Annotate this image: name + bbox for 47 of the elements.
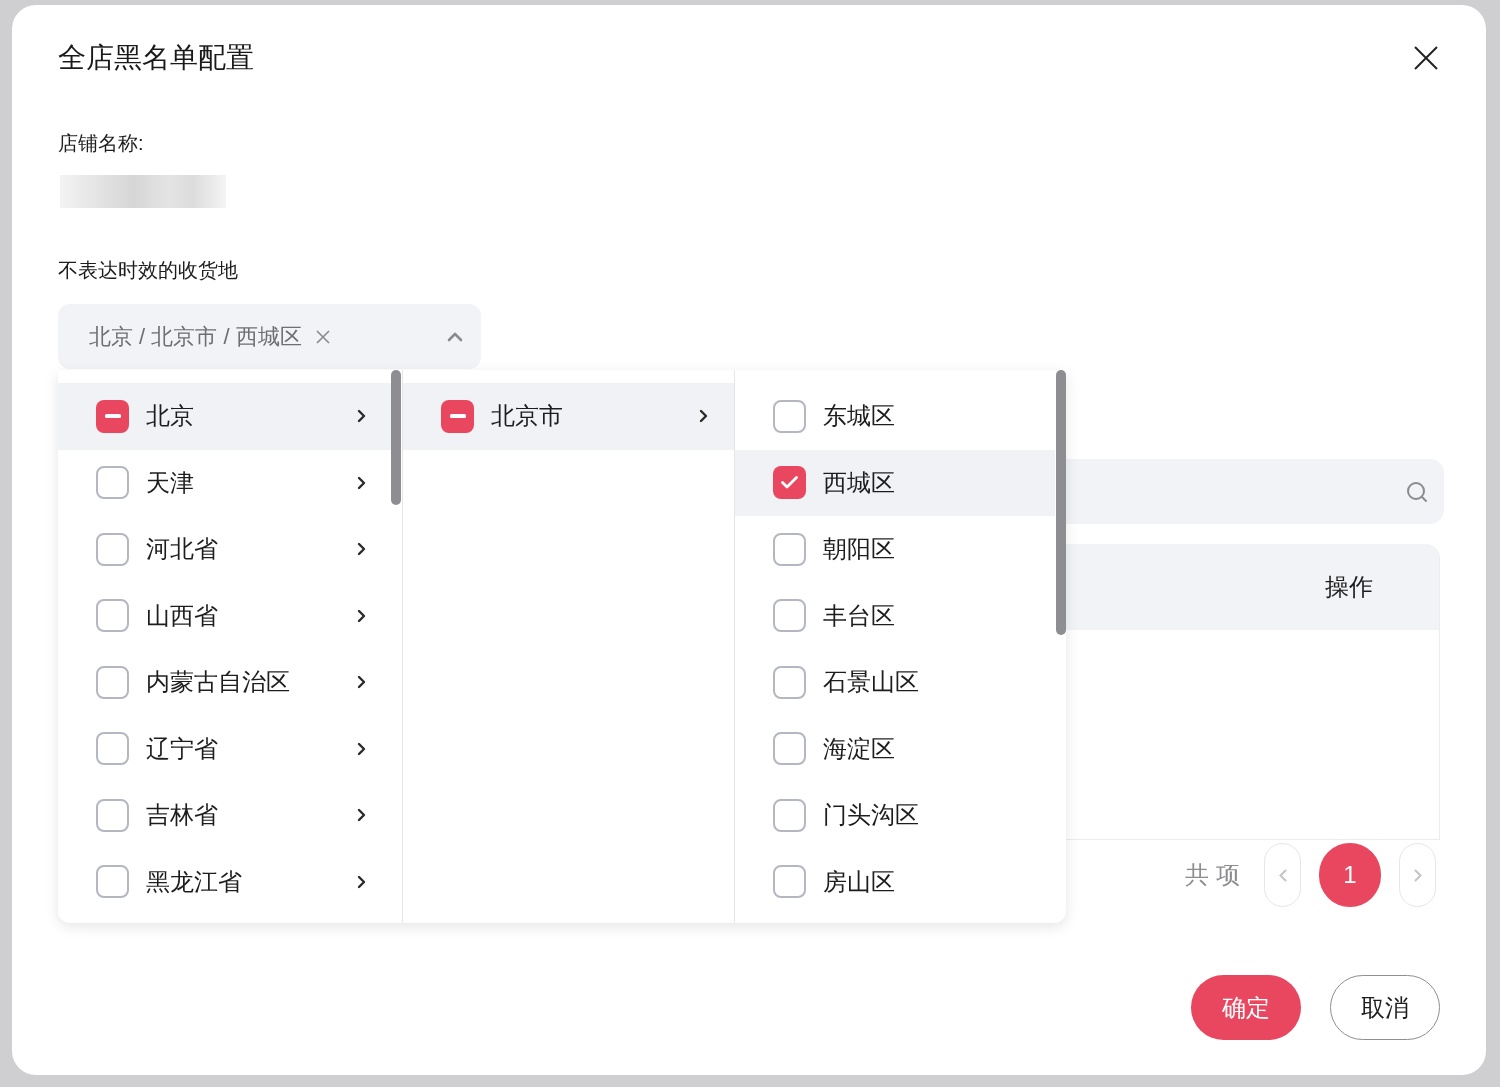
checkbox[interactable] [773,732,806,766]
cancel-button[interactable]: 取消 [1330,975,1440,1040]
total-count: 共 项 [1185,860,1240,890]
checkbox[interactable] [96,399,129,433]
cascader-option[interactable]: 北京 [58,383,391,450]
chevron-right-icon [699,409,708,424]
checkbox[interactable] [773,466,806,500]
chevron-right-icon [357,741,366,756]
chevron-right-icon [357,409,366,424]
checkbox[interactable] [773,798,806,832]
checkbox[interactable] [96,532,129,566]
column-header: 操作 [1324,572,1374,602]
checkbox[interactable] [773,865,806,899]
chevron-right-icon [357,675,366,690]
checkbox[interactable] [773,599,806,633]
field-label: 不表达时效的收货地 [58,258,238,283]
chevron-right-icon [357,874,366,889]
chevron-right-icon [357,808,366,823]
close-icon [1414,46,1438,70]
confirm-button[interactable]: 确定 [1191,975,1301,1040]
chevron-left-icon [1278,868,1287,882]
clear-icon[interactable] [315,329,330,344]
close-button[interactable] [1413,45,1439,71]
cascader-option[interactable]: 西城区 [735,449,1055,516]
chevron-right-icon [357,475,366,490]
cascader-field[interactable]: 北京 / 北京市 / 西城区 [58,304,481,369]
checkbox[interactable] [96,798,129,832]
checkbox[interactable] [96,466,129,500]
checkbox[interactable] [96,732,129,766]
checkbox[interactable] [773,532,806,566]
dialog-title: 全店黑名单配置 [58,41,254,75]
chevron-right-icon [357,542,366,557]
checkbox[interactable] [773,665,806,699]
field-label: 店铺名称: [58,131,144,156]
checkbox[interactable] [96,665,129,699]
scrollbar[interactable] [391,370,401,505]
page-button[interactable]: 1 [1319,843,1381,907]
cascader-option[interactable]: 北京市 [403,383,734,450]
chevron-right-icon [357,608,366,623]
checkbox[interactable] [96,599,129,633]
checkbox[interactable] [773,399,806,433]
chevron-right-icon [1413,868,1422,882]
search-icon [1406,480,1428,503]
checkbox[interactable] [96,865,129,899]
chevron-up-icon [447,331,463,342]
scrollbar[interactable] [1056,370,1066,635]
checkbox[interactable] [441,399,474,433]
